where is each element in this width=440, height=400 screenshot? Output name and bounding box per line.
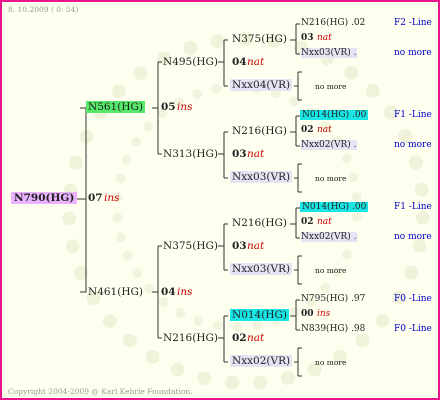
sds-gen-num: 03 xyxy=(232,148,247,160)
sd-name[interactable]: N313(HG) xyxy=(163,148,218,160)
g5-sire-name[interactable]: N014(HG) .00 xyxy=(300,202,369,212)
line-label: F1 -Line xyxy=(394,110,432,120)
ss-name[interactable]: N495(HG) xyxy=(163,56,218,68)
no-more-label: no more xyxy=(315,358,347,367)
no-more-label: no more xyxy=(315,266,347,275)
dss-name[interactable]: N216(HG) xyxy=(232,217,287,229)
sire-gen-type: ins xyxy=(177,101,193,113)
g5-gen-type: nat xyxy=(317,33,332,43)
line-label: no more xyxy=(394,232,432,242)
sss-gen-type: nat xyxy=(247,56,265,68)
g5-dam-name[interactable]: Nxx03(VR) . xyxy=(301,48,357,58)
dss-gen-type: nat xyxy=(247,240,265,252)
g5-gen-type: nat xyxy=(317,217,332,227)
dsd-name[interactable]: Nxx03(VR) xyxy=(230,263,293,275)
no-more-label: no more xyxy=(315,82,347,91)
ds-name[interactable]: N375(HG) xyxy=(163,240,218,252)
dds-name[interactable]: N014(HG) xyxy=(230,309,289,321)
g5-gen-num: 00 xyxy=(301,309,314,319)
ssd-name[interactable]: Nxx04(VR) xyxy=(230,79,293,91)
g5-dam-name[interactable]: N839(HG) .98 xyxy=(301,324,365,334)
dd-name[interactable]: N216(HG) xyxy=(163,332,218,344)
line-label: F0 -Line xyxy=(394,324,432,334)
no-more-label: no more xyxy=(315,174,347,183)
g5-dam-name[interactable]: Nxx02(VR) . xyxy=(301,232,357,242)
dds-gen-num: 02 xyxy=(232,332,247,344)
sds-gen-type: nat xyxy=(247,148,265,160)
sss-name[interactable]: N375(HG) xyxy=(232,33,287,45)
g5-sire-name[interactable]: N795(HG) .97 xyxy=(301,294,365,304)
line-label: F0 -Line xyxy=(394,294,432,304)
dam-gen-num: 04 xyxy=(161,286,176,298)
g5-dam-name[interactable]: Nxx02(VR) . xyxy=(301,140,357,150)
sds-name[interactable]: N216(HG) xyxy=(232,125,287,137)
g5-gen-type: nat xyxy=(317,125,332,135)
sire-name[interactable]: N561(HG) xyxy=(86,101,145,113)
g5-gen-num: 02 xyxy=(301,217,314,227)
line-label: no more xyxy=(394,140,432,150)
g5-gen-num: 03 xyxy=(301,33,314,43)
root-gen-num: 07 xyxy=(88,192,103,204)
sss-gen-num: 04 xyxy=(232,56,247,68)
pedigree-frame: 8. 10.2009 ( 0: 54) Copyright 2004-2009 … xyxy=(0,0,440,400)
g5-sire-name[interactable]: N216(HG) .02 xyxy=(301,18,365,28)
line-label: F2 -Line xyxy=(394,18,432,28)
ddd-name[interactable]: Nxx02(VR) xyxy=(230,355,293,367)
g5-gen-type: ins xyxy=(317,309,331,319)
dds-gen-type: nat xyxy=(247,332,265,344)
root-gen-type: ins xyxy=(104,192,120,204)
dss-gen-num: 03 xyxy=(232,240,247,252)
root-name[interactable]: N790(HG) xyxy=(11,192,78,204)
sire-gen-num: 05 xyxy=(161,101,176,113)
line-label: no more xyxy=(394,48,432,58)
dam-name[interactable]: N461(HG) xyxy=(88,286,143,298)
g5-sire-name[interactable]: N014(HG) .00 xyxy=(300,110,369,120)
line-label: F1 -Line xyxy=(394,202,432,212)
sdd-name[interactable]: Nxx03(VR) xyxy=(230,171,293,183)
dam-gen-type: ins xyxy=(177,286,193,298)
g5-gen-num: 02 xyxy=(301,125,314,135)
